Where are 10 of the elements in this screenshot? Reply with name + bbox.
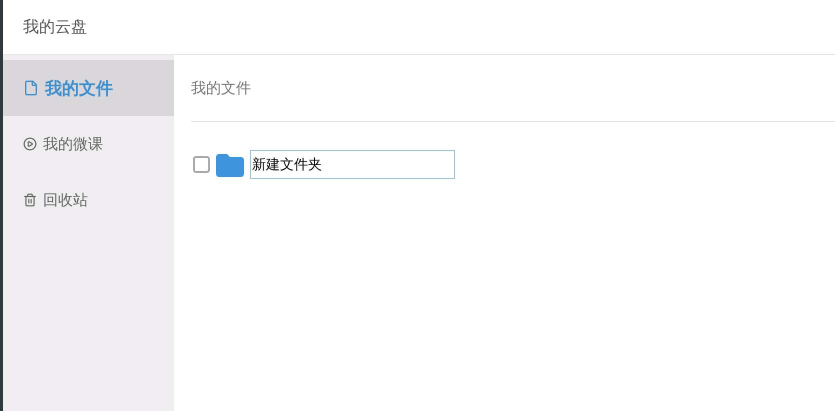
folder-icon: [216, 152, 244, 176]
name-input-field[interactable]: 新建文件夹: [250, 150, 455, 179]
window-title: 我的云盘: [23, 16, 87, 38]
sidebar-item[interactable]: 我的微课: [3, 116, 174, 172]
checkbox[interactable]: [193, 156, 210, 173]
play-icon: [23, 137, 37, 151]
trash-icon: [23, 193, 37, 207]
file-icon: [23, 80, 39, 96]
section-heading: 我的文件: [191, 78, 251, 98]
sidebar-item[interactable]: 回收站: [3, 172, 174, 228]
